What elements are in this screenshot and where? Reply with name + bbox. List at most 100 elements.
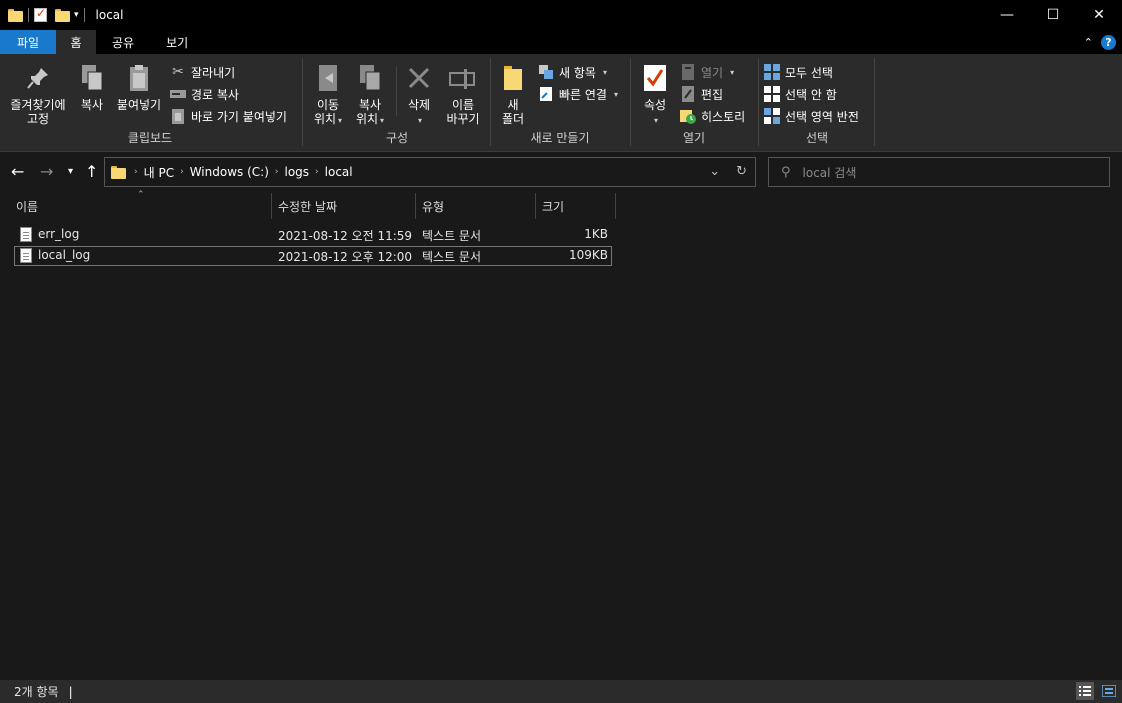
new-item-chevron-icon: ▾ [602,67,607,77]
text-file-icon [20,248,32,263]
minimize-ribbon-chevron-icon[interactable]: ⌃ [1084,36,1093,49]
invert-selection-label: 선택 영역 반전 [785,109,859,124]
copy-path-button[interactable]: 경로 복사 [170,84,239,104]
clipboard-icon [123,62,155,94]
copy-to-button[interactable]: 복사 위치 ▾ [350,62,390,128]
file-name: local_log [38,248,91,262]
properties-chevron-icon[interactable]: ▾ [654,114,658,128]
file-type: 텍스트 문서 [422,229,482,243]
column-header-name[interactable]: 이름 [10,193,272,219]
minimize-button[interactable]: — [984,0,1030,30]
address-history-chevron-icon[interactable]: ⌄ [709,164,720,179]
select-none-icon [764,86,780,102]
search-icon: ⚲ [781,164,791,180]
breadcrumb-chevron-icon[interactable]: › [275,167,279,177]
invert-selection-button[interactable]: 선택 영역 반전 [764,106,859,126]
paste-shortcut-button[interactable]: 바로 가기 붙여넣기 [170,106,287,126]
breadcrumb-local[interactable]: local [325,165,353,179]
invert-selection-icon [764,108,780,124]
tab-file[interactable]: 파일 [0,30,56,54]
search-input[interactable]: ⚲ local 검색 [768,157,1110,187]
copy-label: 복사 [80,98,104,112]
history-button[interactable]: 히스토리 [680,106,745,126]
column-header-modified[interactable]: 수정한 날짜 [272,193,416,219]
recent-locations-chevron-icon[interactable]: ▾ [68,166,73,177]
open-group-label: 열기 [682,131,706,145]
divider [490,58,491,146]
divider [83,8,85,22]
new-item-button[interactable]: 새 항목 ▾ [538,62,607,82]
easy-access-chevron-icon: ▾ [613,89,618,99]
properties-icon [639,62,671,94]
open-button[interactable]: 열기 ▾ [680,62,734,82]
breadcrumb-chevron-icon[interactable]: › [180,167,184,177]
copy-button[interactable]: 복사 [74,62,110,112]
maximize-button[interactable]: ☐ [1030,0,1076,30]
column-header-size[interactable]: 크기 [536,193,616,219]
large-icons-view-icon[interactable] [1100,682,1118,700]
select-all-button[interactable]: 모두 선택 [764,62,833,82]
clipboard-group-label: 클립보드 [127,131,173,145]
ribbon: 즐겨찾기에 고정 복사 붙여넣기 ✂ 잘라내기 경로 복사 바로 가기 붙여넣기… [0,54,1122,152]
up-arrow-icon[interactable]: ↑ [85,162,98,181]
new-folder-icon[interactable] [55,8,70,22]
breadcrumb-chevron-icon[interactable]: › [134,167,138,177]
properties-icon[interactable] [34,6,47,22]
pin-icon [22,62,54,94]
move-to-text: 이동 위치 [313,98,340,126]
breadcrumb-chevron-icon[interactable]: › [315,167,319,177]
new-folder-icon [497,62,529,94]
divider [28,8,29,22]
cut-button[interactable]: ✂ 잘라내기 [170,62,235,82]
tab-share[interactable]: 공유 [96,30,150,54]
delete-x-icon [403,62,435,94]
select-group: 모두 선택 선택 안 함 선택 영역 반전 선택 [760,58,874,150]
delete-button[interactable]: 삭제 ▾ [402,62,436,128]
copy-to-icon [354,62,386,94]
breadcrumb-logs[interactable]: logs [284,165,309,179]
file-size: 1KB [584,227,608,241]
refresh-icon[interactable]: ↻ [736,164,747,179]
help-icon[interactable]: ? [1101,34,1116,50]
tab-view[interactable]: 보기 [150,30,204,54]
new-item-icon [538,64,554,80]
search-placeholder: local 검색 [802,165,857,180]
paste-button[interactable]: 붙여넣기 [112,62,166,112]
tab-home[interactable]: 홈 [56,30,96,54]
easy-access-icon [538,86,554,102]
title-bar: ▾ local — ☐ ✕ [0,0,1122,30]
forward-arrow-icon[interactable]: → [40,162,53,181]
item-count: 2개 항목 [14,685,59,699]
file-row[interactable]: err_log 2021-08-12 오전 11:59 텍스트 문서 1KB [14,225,612,245]
clipboard-group: 즐겨찾기에 고정 복사 붙여넣기 ✂ 잘라내기 경로 복사 바로 가기 붙여넣기… [0,58,300,150]
quick-access-toolbar: ▾ [0,0,90,30]
move-to-icon [312,62,344,94]
scissors-icon: ✂ [172,64,184,80]
rename-icon [447,62,479,94]
new-item-label: 새 항목 [559,65,596,80]
select-none-button[interactable]: 선택 안 함 [764,84,837,104]
details-view-icon[interactable] [1076,682,1094,700]
file-modified: 2021-08-12 오전 11:59 [278,229,413,243]
close-button[interactable]: ✕ [1076,0,1122,30]
file-row[interactable]: local_log 2021-08-12 오후 12:00 텍스트 문서 109… [14,246,612,266]
divider: | [68,684,73,699]
breadcrumb-drive-c[interactable]: Windows (C:) [190,165,269,179]
rename-button[interactable]: 이름 바꾸기 [440,62,486,126]
copy-path-label: 경로 복사 [191,87,239,102]
move-to-button[interactable]: 이동 위치 ▾ [308,62,348,128]
organize-group-label: 구성 [385,131,409,145]
column-header-type[interactable]: 유형 [416,193,536,219]
customize-qat-chevron-icon[interactable]: ▾ [74,10,79,20]
back-arrow-icon[interactable]: ← [11,162,24,181]
status-bar: 2개 항목 | [0,680,1122,703]
new-folder-button[interactable]: 새 폴더 [498,62,528,126]
edit-button[interactable]: 편집 [680,84,723,104]
breadcrumb-this-pc[interactable]: 내 PC [144,164,174,181]
address-bar[interactable]: › 내 PC › Windows (C:) › logs › local ⌄ ↻ [104,157,756,187]
delete-chevron-icon[interactable]: ▾ [418,114,422,128]
easy-access-button[interactable]: 빠른 연결 ▾ [538,84,618,104]
properties-button[interactable]: 속성 ▾ [638,62,672,128]
pin-to-quick-access-button[interactable]: 즐겨찾기에 고정 [6,62,70,126]
pin-label: 즐겨찾기에 고정 [10,98,66,126]
